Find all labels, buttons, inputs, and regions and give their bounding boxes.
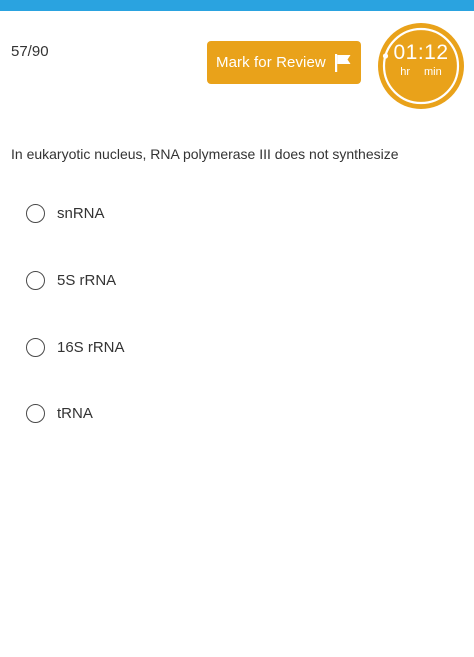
radio-button[interactable]	[26, 338, 45, 357]
option-label: snRNA	[57, 205, 105, 222]
option-snrna[interactable]: snRNA	[26, 204, 105, 223]
exam-screen: 57/90 Mark for Review 01:12 hr min In eu…	[0, 0, 474, 657]
option-16s-rrna[interactable]: 16S rRNA	[26, 338, 125, 357]
timer-minutes-label: min	[424, 66, 442, 78]
timer-value: 01:12	[393, 41, 449, 64]
timer-hours-label: hr	[400, 66, 411, 78]
countdown-timer: 01:12 hr min	[378, 23, 464, 109]
radio-button[interactable]	[26, 204, 45, 223]
top-status-bar	[0, 0, 474, 11]
question-counter: 57/90	[11, 43, 49, 60]
radio-button[interactable]	[26, 271, 45, 290]
radio-button[interactable]	[26, 404, 45, 423]
option-label: 16S rRNA	[57, 339, 125, 356]
option-5s-rrna[interactable]: 5S rRNA	[26, 271, 116, 290]
option-trna[interactable]: tRNA	[26, 404, 93, 423]
mark-for-review-button[interactable]: Mark for Review	[207, 41, 361, 84]
timer-units: hr min	[378, 66, 464, 78]
option-label: tRNA	[57, 405, 93, 422]
flag-icon	[335, 54, 351, 72]
mark-for-review-label: Mark for Review	[216, 54, 326, 71]
option-label: 5S rRNA	[57, 272, 117, 289]
question-text: In eukaryotic nucleus, RNA polymerase II…	[11, 146, 399, 162]
